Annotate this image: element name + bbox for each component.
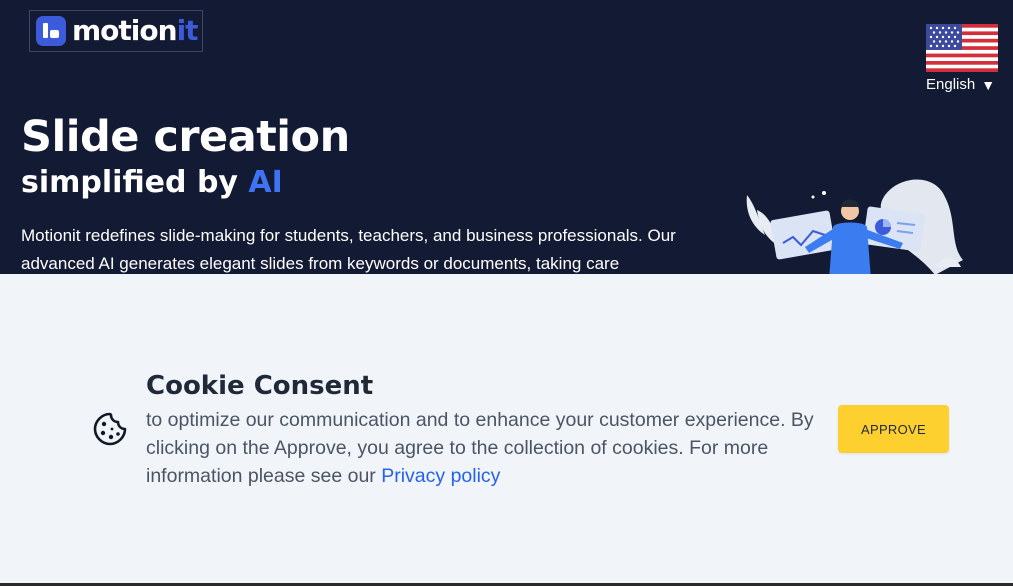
hero-subtitle-accent: AI [248,165,283,200]
logo-text: motionit [72,14,199,47]
cookie-text: to optimize our communication and to enh… [146,409,814,487]
us-flag-icon[interactable] [926,24,998,72]
logo-mark-icon [36,16,66,46]
hero-subtitle: simplified by AI [21,165,283,200]
presenter-illustration [746,179,963,274]
hero-title: Slide creation [21,112,350,162]
cookie-icon [93,412,127,446]
hero-section: motionit English ▼ Slide creation simpli… [0,0,1013,274]
motionit-logo[interactable]: motionit [29,10,203,52]
privacy-policy-link[interactable]: Privacy policy [381,465,500,487]
cookie-consent-banner: Cookie Consent to optimize our communica… [0,274,1013,583]
chevron-down-icon: ▼ [981,76,996,93]
language-selector[interactable]: English ▼ [926,76,995,93]
cookie-title: Cookie Consent [146,371,374,401]
language-label: English [926,76,976,93]
hero-description: Motionit redefines slide-making for stud… [21,226,676,273]
approve-button[interactable]: APPROVE [838,405,949,453]
